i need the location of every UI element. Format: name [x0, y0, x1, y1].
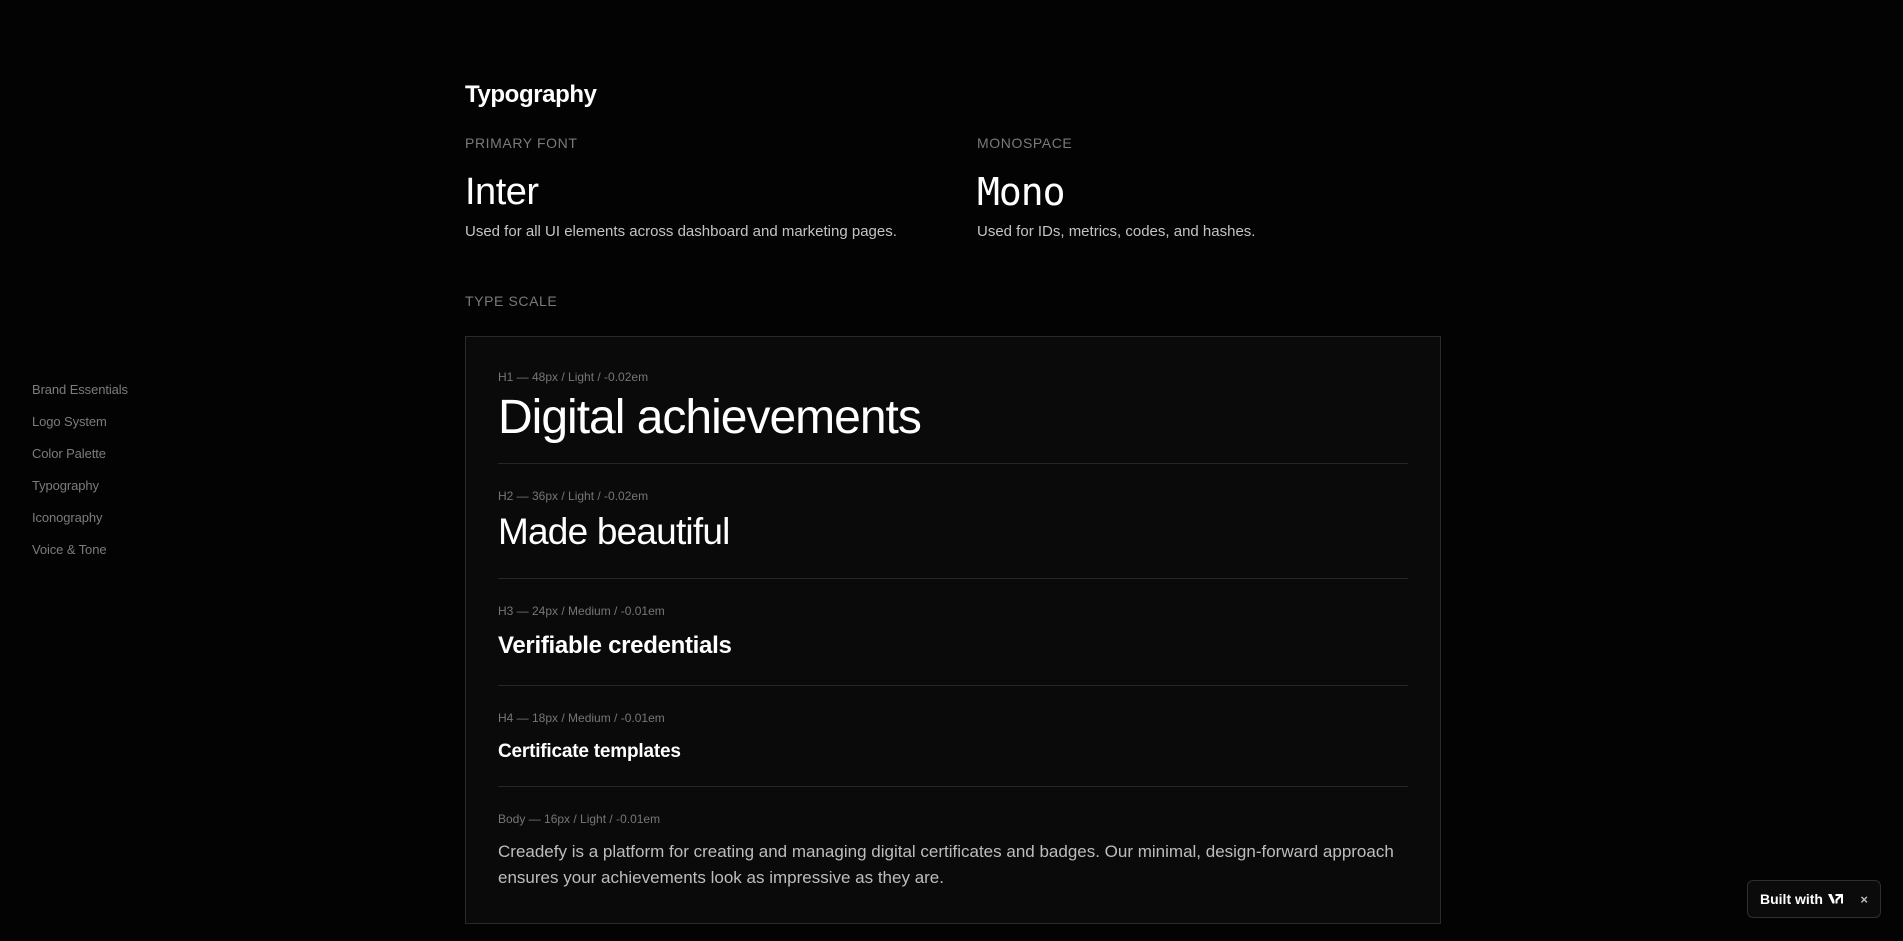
type-scale-row-h3: H3 — 24px / Medium / -0.01em Verifiable … — [498, 579, 1408, 686]
section-title: Typography — [465, 81, 597, 108]
type-spec-h4: H4 — 18px / Medium / -0.01em — [498, 711, 665, 725]
monospace-font-name: Mono — [977, 170, 1066, 214]
type-sample-h1: Digital achievements — [498, 391, 922, 444]
sidebar-item-iconography[interactable]: Iconography — [32, 509, 128, 526]
type-scale-card: H1 — 48px / Light / -0.02em Digital achi… — [465, 336, 1441, 924]
type-spec-h1: H1 — 48px / Light / -0.02em — [498, 370, 649, 384]
type-scale-row-h2: H2 — 36px / Light / -0.02em Made beautif… — [498, 464, 1408, 579]
sidebar-item-logo-system[interactable]: Logo System — [32, 413, 128, 430]
type-scale-row-h4: H4 — 18px / Medium / -0.01em Certificate… — [498, 686, 1408, 787]
monospace-font-description: Used for IDs, metrics, codes, and hashes… — [977, 223, 1256, 240]
sidebar-nav: Brand Essentials Logo System Color Palet… — [32, 381, 128, 558]
built-with-label: Built with — [1760, 891, 1823, 907]
v0-logo-svg — [1828, 894, 1843, 904]
sidebar-item-voice-tone[interactable]: Voice & Tone — [32, 541, 128, 558]
type-sample-h3: Verifiable credentials — [498, 632, 732, 659]
built-with-badge[interactable]: Built with × — [1747, 880, 1881, 918]
primary-font-block: PRIMARY FONT Inter Used for all UI eleme… — [465, 134, 977, 242]
type-scale-row-body: Body — 16px / Light / -0.01em Creadefy i… — [498, 787, 1408, 891]
primary-font-eyebrow: PRIMARY FONT — [465, 135, 578, 151]
type-spec-body: Body — 16px / Light / -0.01em — [498, 812, 661, 826]
sidebar-item-typography[interactable]: Typography — [32, 477, 128, 494]
type-spec-h3: H3 — 24px / Medium / -0.01em — [498, 604, 665, 618]
type-sample-h4: Certificate templates — [498, 741, 681, 762]
type-sample-h2: Made beautiful — [498, 511, 730, 552]
sidebar-item-color-palette[interactable]: Color Palette — [32, 445, 128, 462]
fonts-row: PRIMARY FONT Inter Used for all UI eleme… — [465, 134, 1441, 242]
type-scale-row-h1: H1 — 48px / Light / -0.02em Digital achi… — [498, 369, 1408, 464]
type-spec-h2: H2 — 36px / Light / -0.02em — [498, 489, 649, 503]
v0-logo-icon — [1827, 893, 1849, 905]
monospace-font-eyebrow: MONOSPACE — [977, 135, 1073, 151]
sidebar-item-brand-essentials[interactable]: Brand Essentials — [32, 381, 128, 398]
main-content: Typography PRIMARY FONT Inter Used for a… — [465, 80, 1441, 924]
primary-font-description: Used for all UI elements across dashboar… — [465, 223, 897, 240]
monospace-font-block: MONOSPACE Mono Used for IDs, metrics, co… — [977, 134, 1441, 242]
close-icon[interactable]: × — [1860, 892, 1868, 907]
primary-font-name: Inter — [465, 171, 539, 213]
type-scale-label: TYPE SCALE — [465, 293, 558, 309]
type-sample-body: Creadefy is a platform for creating and … — [498, 842, 1394, 887]
